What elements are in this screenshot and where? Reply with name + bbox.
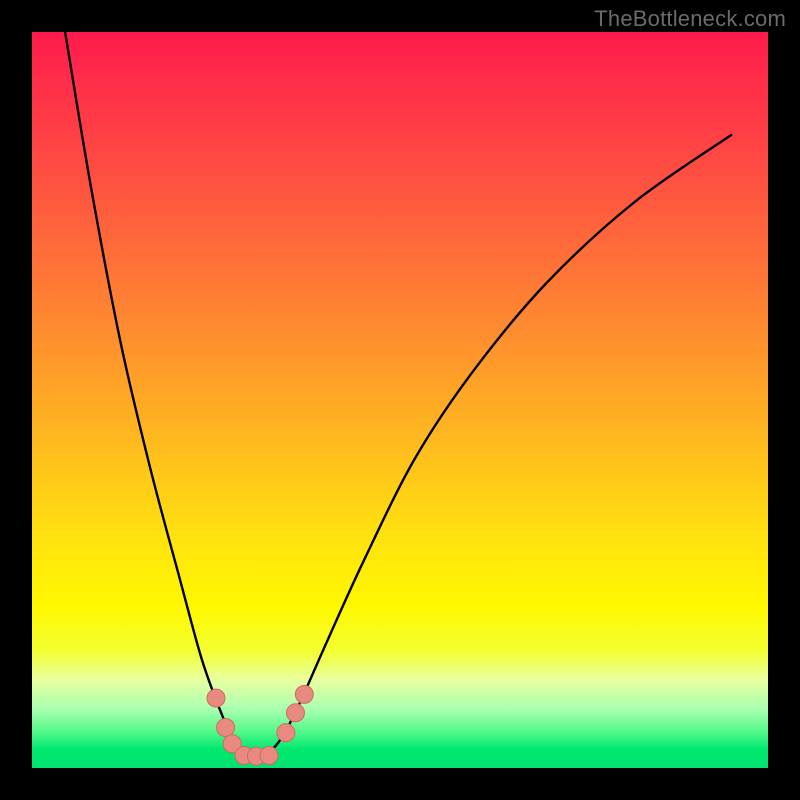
data-marker — [217, 719, 235, 737]
data-marker — [277, 724, 295, 742]
data-marker — [295, 685, 313, 703]
data-marker — [207, 689, 225, 707]
bottleneck-curve — [65, 32, 731, 757]
chart-frame: TheBottleneck.com — [0, 0, 800, 800]
watermark-text: TheBottleneck.com — [594, 6, 786, 32]
marker-layer — [207, 685, 313, 765]
data-marker — [260, 746, 278, 764]
chart-svg — [32, 32, 768, 768]
curve-layer — [65, 32, 731, 757]
plot-area — [32, 32, 768, 768]
data-marker — [286, 704, 304, 722]
